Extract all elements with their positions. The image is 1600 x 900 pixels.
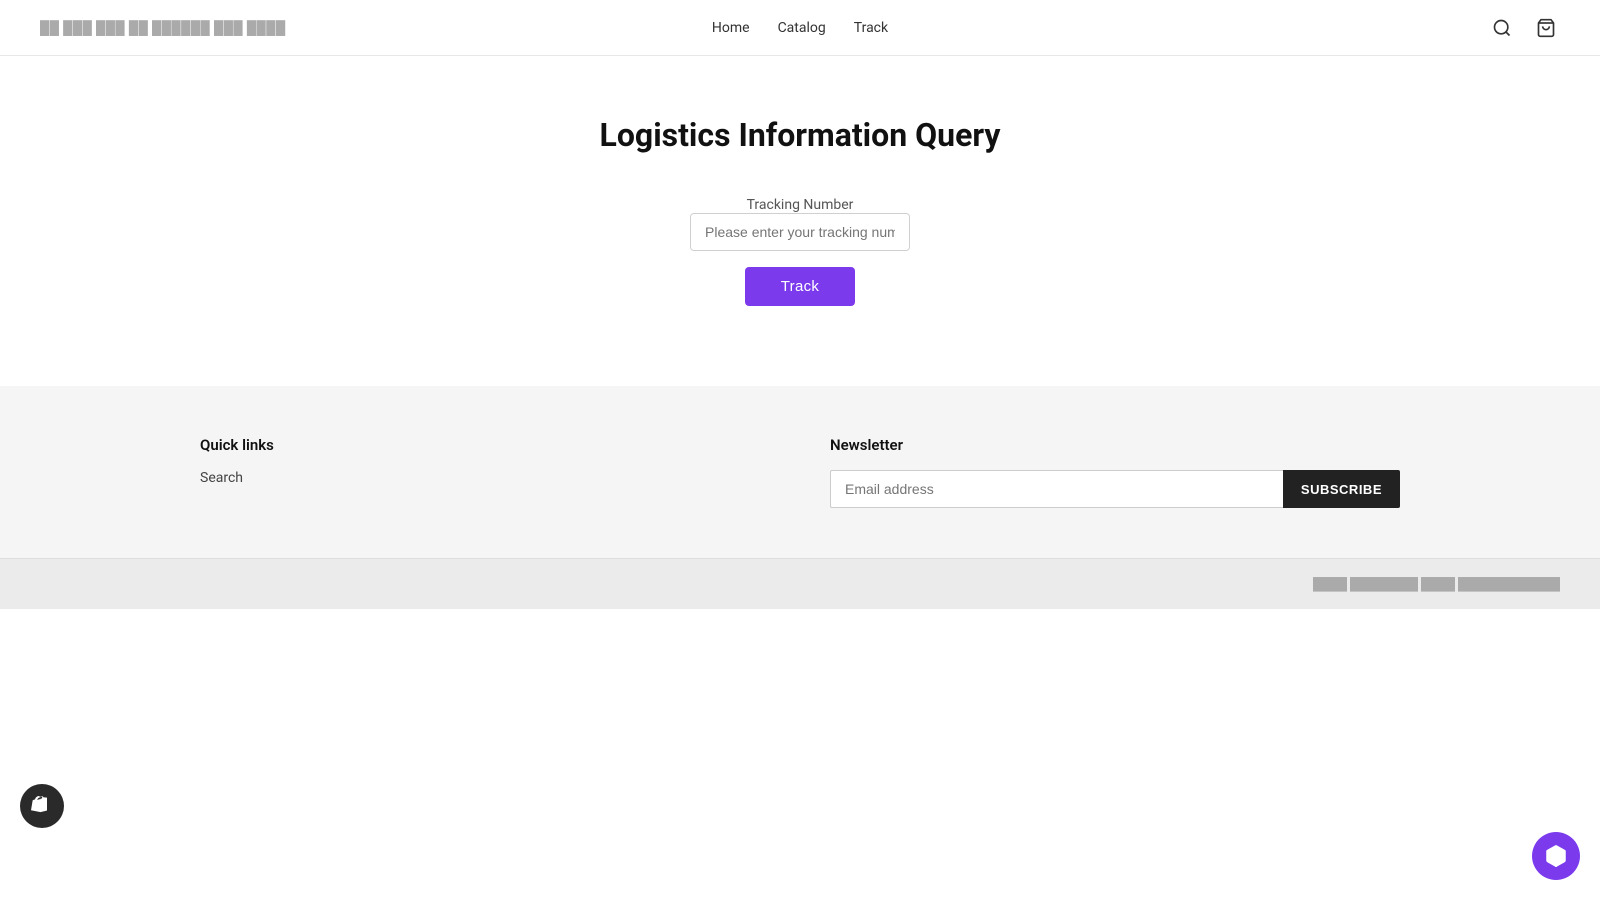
search-link[interactable]: Search bbox=[200, 470, 770, 486]
header-actions bbox=[1488, 14, 1560, 42]
nav-catalog[interactable]: Catalog bbox=[778, 20, 826, 36]
copyright-text: ████ ████████ ████ ████████████ bbox=[1313, 577, 1560, 591]
shopify-icon bbox=[30, 794, 54, 818]
header: ██ ███ ███ ██ ██████ ███ ████ Home Catal… bbox=[0, 0, 1600, 56]
nav-home[interactable]: Home bbox=[712, 20, 750, 36]
subscribe-button[interactable]: SUBSCRIBE bbox=[1283, 470, 1400, 508]
cart-icon bbox=[1536, 18, 1556, 38]
footer: Quick links Search Newsletter SUBSCRIBE … bbox=[0, 386, 1600, 609]
search-button[interactable] bbox=[1488, 14, 1516, 42]
tracking-label: Tracking Number bbox=[747, 197, 854, 213]
newsletter-section: Newsletter SUBSCRIBE bbox=[830, 436, 1400, 508]
track-button[interactable]: Track bbox=[745, 267, 855, 306]
page-title: Logistics Information Query bbox=[20, 116, 1580, 154]
package-fab[interactable] bbox=[1532, 832, 1580, 880]
search-icon bbox=[1492, 18, 1512, 38]
nav-track[interactable]: Track bbox=[854, 20, 888, 36]
quick-links-title: Quick links bbox=[200, 436, 770, 454]
newsletter-title: Newsletter bbox=[830, 436, 1400, 454]
package-icon bbox=[1543, 843, 1569, 869]
tracking-input[interactable] bbox=[690, 213, 910, 251]
footer-bottom: ████ ████████ ████ ████████████ bbox=[0, 558, 1600, 609]
main-content: Logistics Information Query Tracking Num… bbox=[0, 56, 1600, 386]
newsletter-form: SUBSCRIBE bbox=[830, 470, 1400, 508]
quick-links-section: Quick links Search bbox=[200, 436, 770, 508]
shopify-fab[interactable] bbox=[20, 784, 64, 828]
footer-main: Quick links Search Newsletter SUBSCRIBE bbox=[0, 386, 1600, 558]
store-logo: ██ ███ ███ ██ ██████ ███ ████ bbox=[40, 20, 286, 36]
cart-button[interactable] bbox=[1532, 14, 1560, 42]
main-nav: Home Catalog Track bbox=[712, 20, 888, 36]
email-input[interactable] bbox=[830, 470, 1283, 508]
